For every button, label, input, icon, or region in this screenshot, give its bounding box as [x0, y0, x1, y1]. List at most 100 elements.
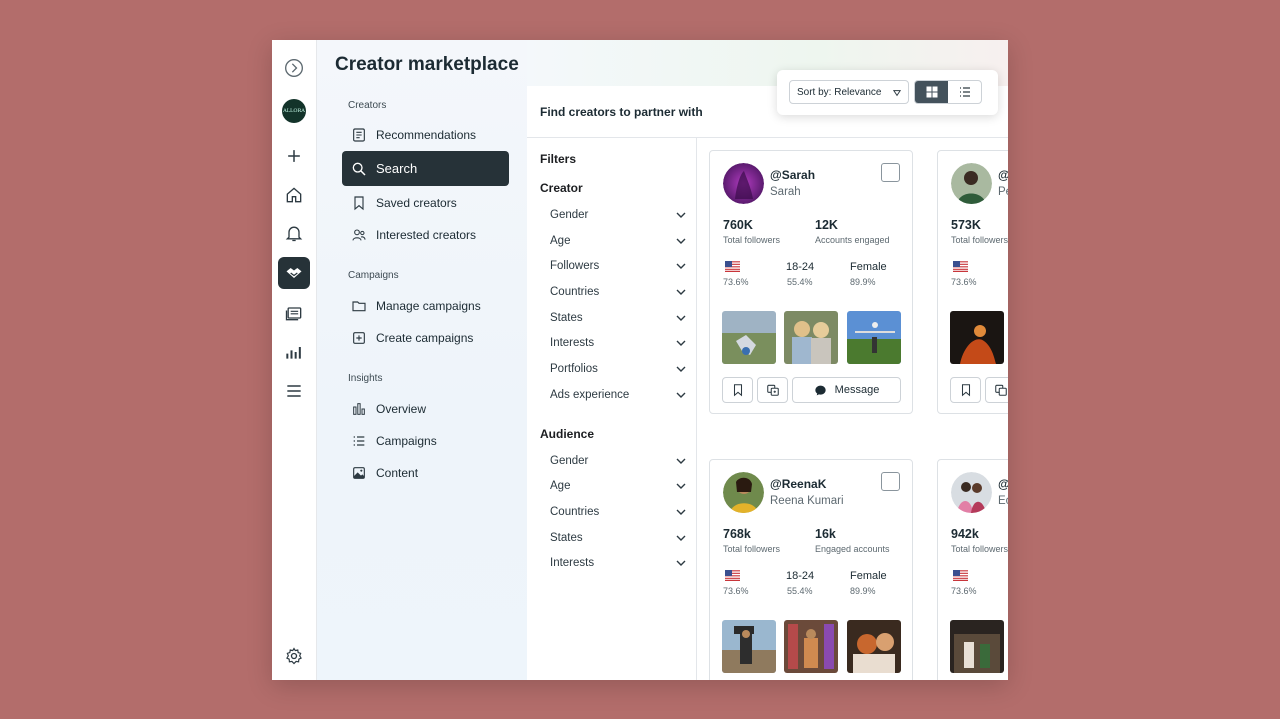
save-creator-button[interactable] [950, 377, 981, 403]
filter-creator-age[interactable]: Age [550, 231, 686, 251]
compare-button[interactable] [757, 377, 788, 403]
account-avatar[interactable]: ALLORA [278, 95, 310, 127]
gender-value: Female [850, 261, 887, 273]
bookmark-icon [350, 194, 368, 212]
engaged-label: Accounts engaged [815, 235, 890, 245]
filter-audience-countries[interactable]: Countries [550, 502, 686, 522]
filter-label: Portfolios [550, 363, 598, 375]
chevron-down-icon [676, 392, 686, 398]
filter-audience-states[interactable]: States [550, 528, 686, 548]
select-checkbox[interactable] [881, 163, 900, 182]
creator-handle: @Sarah [770, 168, 816, 182]
handshake-icon[interactable] [278, 257, 310, 289]
filter-label: States [550, 312, 583, 324]
followers-label: Total followers [951, 544, 1008, 554]
creator-name: Reena Kumari [770, 495, 844, 507]
engaged-count: 12K [815, 218, 838, 232]
filter-label: Interests [550, 337, 595, 349]
gender-percent: 89.9% [850, 586, 876, 596]
creator-avatar [723, 163, 764, 204]
creator-name: Pe [998, 186, 1008, 198]
creator-card[interactable]: @ Ec 942k Total followers 73.6% [937, 459, 1008, 680]
list-view-button[interactable] [948, 81, 981, 103]
us-flag-icon [725, 261, 740, 272]
filter-label: Gender [550, 209, 589, 221]
home-icon[interactable] [278, 179, 310, 211]
filter-audience-interests[interactable]: Interests [550, 553, 686, 573]
nav-item-create-campaigns[interactable]: Create campaigns [342, 320, 509, 355]
creator-card[interactable]: @ Pe 573K Total followers 73.6% [937, 150, 1008, 414]
content-thumbnail[interactable] [950, 620, 1004, 673]
nav-item-recommendations[interactable]: Recommendations [342, 117, 509, 152]
age-range: 18-24 [786, 261, 815, 273]
followers-count: 760K [723, 218, 753, 232]
filter-creator-states[interactable]: States [550, 308, 686, 328]
nav-item-overview[interactable]: Overview [342, 391, 509, 426]
nav-item-saved-creators[interactable]: Saved creators [342, 185, 509, 220]
filter-creator-followers[interactable]: Followers [550, 256, 686, 276]
grid-icon [926, 86, 937, 98]
filter-audience-age[interactable]: Age [550, 476, 686, 496]
filter-creator-countries[interactable]: Countries [550, 282, 686, 302]
filter-creator-gender[interactable]: Gender [550, 205, 686, 225]
chevron-down-icon [676, 315, 686, 321]
creator-name: Sarah [770, 186, 801, 198]
bell-icon[interactable] [278, 217, 310, 249]
filter-creator-ads-experience[interactable]: Ads experience [550, 385, 686, 405]
followers-count: 942k [951, 527, 979, 541]
save-creator-button[interactable] [722, 377, 753, 403]
filter-audience-gender[interactable]: Gender [550, 451, 686, 471]
select-checkbox[interactable] [881, 472, 900, 491]
creator-handle: @ [998, 477, 1008, 491]
chevron-down-icon [676, 458, 686, 464]
meta-logo-icon[interactable] [278, 52, 310, 84]
compare-button[interactable] [985, 377, 1008, 403]
filter-label: Countries [550, 286, 600, 298]
ads-icon[interactable] [278, 297, 310, 329]
filter-group-creator: Creator [540, 181, 583, 195]
filter-label: States [550, 532, 583, 544]
nav-item-label: Saved creators [376, 195, 457, 210]
followers-label: Total followers [723, 544, 781, 554]
analytics-icon[interactable] [278, 336, 310, 368]
nav-item-interested-creators[interactable]: Interested creators [342, 217, 509, 252]
nav-item-campaigns-insights[interactable]: Campaigns [342, 423, 509, 458]
menu-icon[interactable] [278, 375, 310, 407]
settings-gear-icon[interactable] [278, 640, 310, 672]
chevron-down-icon [676, 509, 686, 515]
content-thumbnail[interactable] [847, 311, 901, 364]
sort-select[interactable]: Sort by: Relevance [789, 80, 909, 104]
nav-item-manage-campaigns[interactable]: Manage campaigns [342, 288, 509, 323]
divider [527, 137, 1008, 138]
view-toggle [914, 80, 982, 104]
creator-card[interactable]: @ReenaK Reena Kumari 768k Total follower… [709, 459, 913, 680]
content-thumbnail[interactable] [722, 620, 776, 673]
nav-item-label: Create campaigns [376, 330, 474, 345]
list-view-icon [959, 87, 970, 97]
content-thumbnail[interactable] [784, 311, 838, 364]
chevron-down-icon [676, 560, 686, 566]
followers-count: 768k [723, 527, 751, 541]
age-percent: 55.4% [787, 277, 813, 287]
engaged-count: 16k [815, 527, 836, 541]
engaged-label: Engaged accounts [815, 544, 890, 554]
icon-rail: ALLORA [272, 40, 317, 680]
creator-handle: @ [998, 168, 1008, 182]
country-percent: 73.6% [723, 586, 749, 596]
nav-item-search[interactable]: Search [342, 151, 509, 186]
filter-creator-interests[interactable]: Interests [550, 333, 686, 353]
content-thumbnail[interactable] [847, 620, 901, 673]
content-thumbnail[interactable] [950, 311, 1004, 364]
message-button[interactable]: Message [792, 377, 901, 403]
grid-view-button[interactable] [915, 81, 948, 103]
filter-creator-portfolios[interactable]: Portfolios [550, 359, 686, 379]
content-thumbnail[interactable] [784, 620, 838, 673]
followers-label: Total followers [951, 235, 1008, 245]
filter-group-audience: Audience [540, 427, 595, 441]
plus-icon[interactable] [278, 140, 310, 172]
content-thumbnail[interactable] [722, 311, 776, 364]
folder-icon [350, 297, 368, 315]
image-icon [350, 464, 368, 482]
creator-card[interactable]: @Sarah Sarah 760K Total followers 12K Ac… [709, 150, 913, 414]
nav-item-content[interactable]: Content [342, 455, 509, 490]
